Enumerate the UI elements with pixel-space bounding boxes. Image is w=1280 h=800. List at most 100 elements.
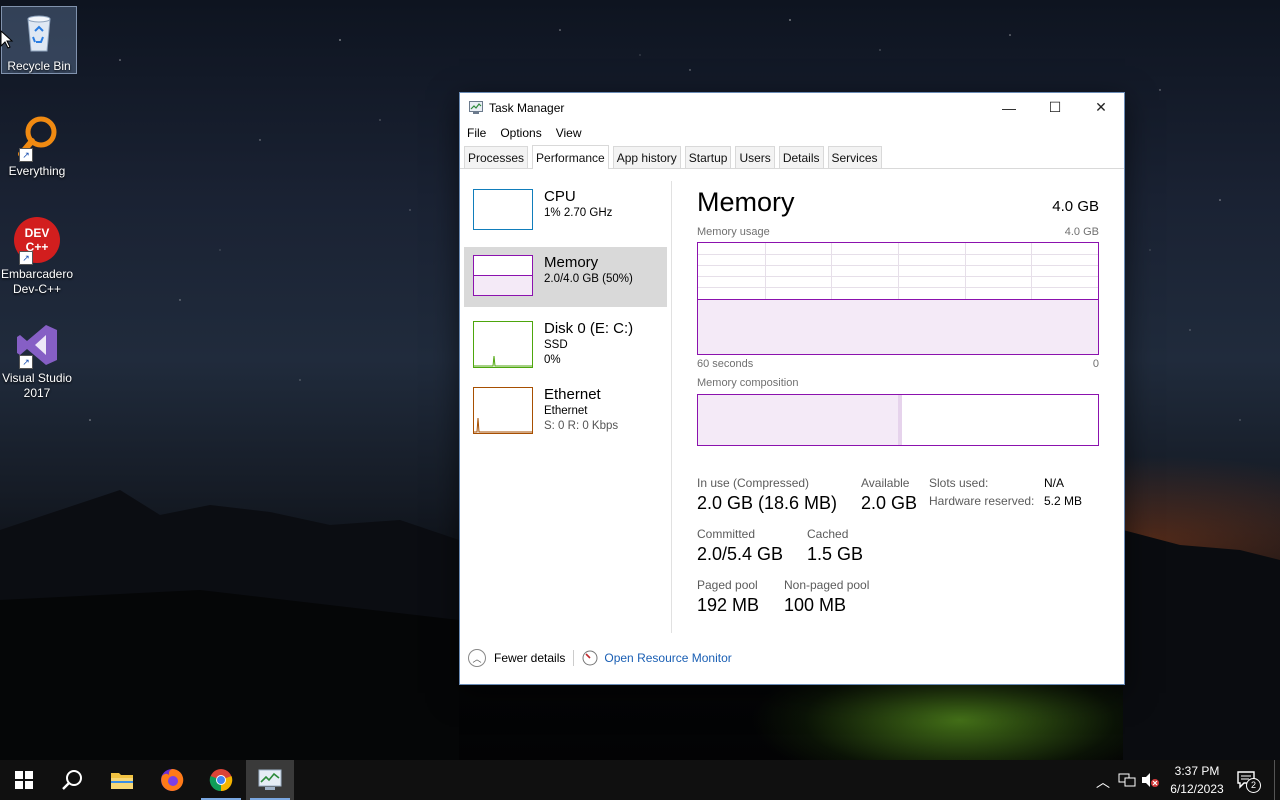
visual-studio-icon: ↗	[13, 321, 61, 369]
memory-usage-graph	[697, 242, 1099, 355]
resource-detail: SSD	[544, 339, 568, 351]
chevron-up-icon[interactable]: ︿	[468, 649, 486, 667]
non-paged-pool-value: 100 MB	[784, 595, 847, 615]
shortcut-arrow-icon: ↗	[19, 355, 33, 369]
action-center-button[interactable]: 2	[1236, 770, 1261, 793]
cached-value: 1.5 GB	[807, 544, 864, 564]
tab-startup[interactable]: Startup	[684, 146, 732, 168]
shortcut-arrow-icon: ↗	[19, 251, 33, 265]
menu-options[interactable]: Options	[500, 122, 541, 144]
chrome-icon	[209, 769, 233, 792]
in-use-value: 2.0 GB (18.6 MB)	[697, 493, 838, 513]
desktop-icon-visual-studio[interactable]: ↗ Visual Studio 2017	[0, 319, 74, 401]
footer-separator	[573, 650, 575, 666]
hardware-reserved-label: Hardware reserved:	[929, 494, 1035, 508]
ethernet-thumbnail-graph	[473, 387, 533, 434]
memory-composition-label: Memory composition	[697, 377, 799, 389]
taskbar-task-manager[interactable]	[246, 760, 294, 800]
fewer-details-link[interactable]: Fewer details	[494, 651, 565, 665]
open-resource-monitor-link[interactable]: Open Resource Monitor	[604, 651, 731, 665]
show-desktop-button[interactable]	[1274, 760, 1275, 800]
tab-services[interactable]: Services	[827, 146, 882, 168]
memory-composition-bar	[697, 394, 1099, 446]
hardware-reserved-value: 5.2 MB	[1044, 494, 1083, 508]
window-footer: ︿ Fewer details Open Resource Monitor	[468, 649, 732, 667]
close-button[interactable]: ✕	[1078, 93, 1124, 122]
taskbar-chrome[interactable]	[197, 760, 245, 800]
show-hidden-icons-chevron-icon[interactable]: ︿	[1096, 772, 1110, 792]
taskbar-file-explorer[interactable]	[98, 760, 146, 800]
memory-total: 4.0 GB	[1052, 198, 1099, 215]
windows-logo-icon	[15, 771, 33, 789]
desktop-icon-label: Recycle Bin	[7, 59, 71, 73]
resource-monitor-icon	[582, 650, 598, 666]
menu-file[interactable]: File	[467, 122, 486, 144]
tab-users[interactable]: Users	[735, 146, 775, 168]
tab-processes[interactable]: Processes	[464, 146, 529, 168]
available-label: Available	[861, 476, 910, 490]
slots-used-label: Slots used:	[929, 476, 989, 490]
shortcut-arrow-icon: ↗	[19, 148, 33, 162]
tab-app-history[interactable]: App history	[612, 146, 681, 168]
resource-item-cpu[interactable]: CPU 1% 2.70 GHz	[464, 181, 667, 241]
tab-performance[interactable]: Performance	[532, 145, 609, 169]
taskbar-firefox[interactable]	[148, 760, 196, 800]
disk-thumbnail-graph	[473, 321, 533, 368]
network-icon[interactable]	[1118, 772, 1136, 788]
tab-details[interactable]: Details	[778, 146, 824, 168]
maximize-button[interactable]: ☐	[1032, 93, 1078, 122]
firefox-icon	[161, 768, 184, 791]
resource-item-ethernet[interactable]: Ethernet Ethernet S: 0 R: 0 Kbps	[464, 379, 667, 439]
clock-time[interactable]: 3:37 PM	[1170, 764, 1224, 778]
devcpp-icon: DEV C++ ↗	[13, 217, 61, 265]
cached-label: Cached	[807, 527, 849, 541]
desktop-icon-label: Embarcadero Dev-C++	[0, 267, 74, 296]
resource-item-disk[interactable]: Disk 0 (E: C:) SSD 0%	[464, 313, 667, 373]
non-paged-pool-label: Non-paged pool	[784, 578, 870, 592]
tab-strip: Processes Performance App history Startu…	[460, 144, 1124, 169]
composition-free[interactable]	[1050, 395, 1098, 445]
desktop-icon-label: Everything	[8, 164, 66, 178]
title-bar[interactable]: Task Manager — ☐ ✕	[460, 93, 1124, 122]
slots-used-value: N/A	[1044, 476, 1065, 490]
memory-usage-label: Memory usage	[697, 226, 770, 238]
panel-divider	[671, 181, 672, 633]
resource-list: CPU 1% 2.70 GHz Memory 2.0/4.0 GB (50%) …	[464, 181, 667, 445]
task-manager-icon	[258, 769, 282, 790]
volume-muted-icon[interactable]	[1141, 772, 1159, 788]
notification-count-badge: 2	[1246, 778, 1261, 793]
committed-value: 2.0/5.4 GB	[697, 544, 784, 564]
search-button[interactable]	[48, 760, 96, 800]
resource-detail: 0%	[544, 354, 561, 366]
desktop-icon-label: Visual Studio 2017	[2, 371, 72, 400]
menu-view[interactable]: View	[556, 122, 582, 144]
committed-label: Committed	[697, 527, 756, 541]
task-manager-window: Task Manager — ☐ ✕ File Options View Pro…	[459, 92, 1125, 685]
cpu-thumbnail-graph	[473, 189, 533, 230]
paged-pool-value: 192 MB	[697, 595, 760, 615]
minimize-button[interactable]: —	[986, 93, 1032, 122]
available-value: 2.0 GB	[861, 493, 918, 513]
memory-thumbnail-graph	[473, 255, 533, 296]
desktop-icon-devcpp[interactable]: DEV C++ ↗ Embarcadero Dev-C++	[0, 215, 74, 297]
clock-date[interactable]: 6/12/2023	[1166, 782, 1228, 796]
composition-standby[interactable]	[902, 395, 1051, 445]
resource-name: Memory	[544, 254, 599, 271]
graph-axis-right: 0	[1092, 358, 1099, 370]
task-manager-icon	[469, 101, 483, 114]
paged-pool-label: Paged pool	[697, 578, 758, 592]
memory-heading: Memory	[697, 187, 795, 217]
recycle-bin-icon	[15, 9, 63, 57]
resource-detail: 2.0/4.0 GB (50%)	[544, 273, 633, 285]
taskbar: ︿ 3:37 PM 6/12/2023 2	[0, 760, 1280, 800]
composition-in-use[interactable]	[698, 395, 899, 445]
start-button[interactable]	[0, 760, 48, 800]
folder-icon	[111, 773, 133, 789]
search-icon	[62, 770, 82, 790]
resource-name: Ethernet	[544, 386, 601, 403]
graph-axis-left: 60 seconds	[697, 358, 754, 370]
memory-usage-fill	[698, 299, 1098, 354]
resource-item-memory[interactable]: Memory 2.0/4.0 GB (50%)	[464, 247, 667, 307]
window-title: Task Manager	[489, 101, 565, 115]
desktop-icon-everything[interactable]: ↗ Everything	[0, 112, 74, 179]
